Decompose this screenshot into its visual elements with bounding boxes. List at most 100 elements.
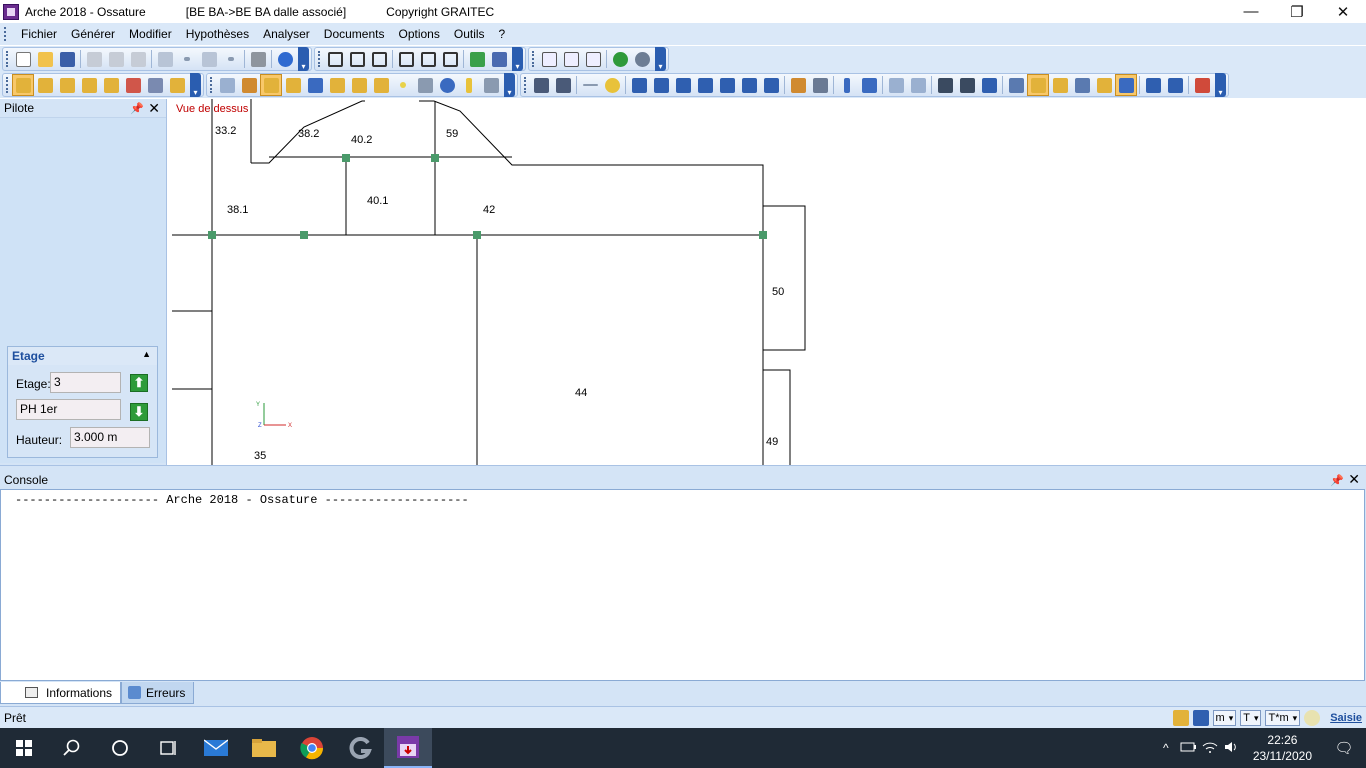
arche-app-icon[interactable] [3,3,19,20]
paste-button[interactable] [127,48,149,70]
volume-icon[interactable] [1221,741,1243,756]
model-button[interactable] [530,74,552,96]
toolbar-grip[interactable] [6,51,9,67]
notification-icon[interactable]: 🗨 [1322,739,1366,757]
levels-button[interactable] [978,74,1000,96]
close-window-button[interactable]: ✕ [1320,0,1366,23]
slab-label[interactable]: 44 [575,387,587,399]
snap-middle-button[interactable] [326,74,348,96]
select-tool-button[interactable] [12,74,34,96]
collapse-icon[interactable]: ▲ [142,349,151,359]
dimension-button[interactable] [787,74,809,96]
force-unit-select[interactable]: T [1240,710,1262,726]
gear-status-icon[interactable] [1192,710,1209,726]
results-button[interactable] [552,74,574,96]
snap-end-button[interactable] [282,74,304,96]
zoom-window-button[interactable] [538,48,560,70]
view-3d-1-button[interactable] [324,48,346,70]
mail-app[interactable] [192,728,240,768]
etage-name-input[interactable]: PH 1er [16,399,121,420]
zoom-previous-button[interactable] [582,48,604,70]
tray-chevron[interactable]: ^ [1155,741,1177,755]
check-model-button[interactable] [466,48,488,70]
slab-label[interactable]: 40.1 [367,195,388,207]
undo-dropdown[interactable] [176,48,198,70]
line-button[interactable] [579,74,601,96]
etage-number-input[interactable]: 3 [50,372,121,393]
menubar-grip[interactable] [4,27,8,41]
copy-button[interactable] [105,48,127,70]
cut-button[interactable] [83,48,105,70]
saisie-mode[interactable]: Saisie [1330,712,1362,724]
undo-button[interactable] [154,48,176,70]
toolbar-grip[interactable] [6,77,9,93]
snap-parallel-button[interactable] [370,74,392,96]
menu-modifier[interactable]: Modifier [122,27,179,41]
hidden-lines-button[interactable] [1115,74,1137,96]
etage-header[interactable]: Etage ▲ [8,347,157,365]
file-explorer-app[interactable] [240,728,288,768]
graitec-app[interactable] [336,728,384,768]
close-icon[interactable]: ✕ [1348,471,1360,488]
tab-erreurs[interactable]: Erreurs [121,682,195,704]
slab-label[interactable]: 40.2 [351,134,372,146]
toolbar-grip[interactable] [210,77,213,93]
slab-label[interactable]: 59 [446,128,458,140]
beam-tool-button[interactable] [34,74,56,96]
drawing-canvas[interactable]: 33.2 38.2 40.2 59 38.1 40.1 42 50 44 49 … [172,99,1366,465]
section-button[interactable] [809,74,831,96]
slab-label[interactable]: 38.1 [227,204,248,216]
grid-display-button[interactable] [1005,74,1027,96]
building-display-button[interactable] [1049,74,1071,96]
snap-status-icon[interactable] [1172,710,1189,726]
moment-unit-select[interactable]: T*m [1265,710,1301,726]
spring-button[interactable] [907,74,929,96]
cortana-button[interactable] [96,728,144,768]
redo-dropdown[interactable] [220,48,242,70]
toolbar-overflow[interactable]: ▾ [190,73,201,97]
snap-intersection-button[interactable] [304,74,326,96]
pin-icon[interactable]: 📌 [1330,474,1344,487]
slab-display-button[interactable] [1027,74,1049,96]
close-icon[interactable]: ✕ [148,100,160,117]
slab-label[interactable]: 42 [483,204,495,216]
snap-info-button[interactable] [458,74,480,96]
import-button[interactable] [1164,74,1186,96]
house-view-button[interactable] [934,74,956,96]
battery-icon[interactable] [1177,741,1199,755]
slab-label[interactable]: 49 [766,436,778,448]
redraw-button[interactable] [631,48,653,70]
raft-draw-button[interactable] [760,74,782,96]
export-button[interactable] [1142,74,1164,96]
analysis-button[interactable] [488,48,510,70]
slab-label[interactable]: 33.2 [215,125,236,137]
new-file-button[interactable] [12,48,34,70]
plan-view[interactable]: 33.2 38.2 40.2 59 38.1 40.1 42 50 44 49 … [172,99,1366,465]
opening-tool-button[interactable] [144,74,166,96]
snap-center-button[interactable] [392,74,414,96]
load-button[interactable] [836,74,858,96]
windows-start-button[interactable] [0,728,48,768]
snap-perpendicular-button[interactable] [348,74,370,96]
minimize-button[interactable]: — [1228,0,1274,23]
task-view-button[interactable] [144,728,192,768]
menu-hypotheses[interactable]: Hypothèses [179,27,256,41]
view-3d-6-button[interactable] [439,48,461,70]
beam-draw-2-button[interactable] [650,74,672,96]
toolbar-grip[interactable] [532,51,535,67]
snap-at-button[interactable] [436,74,458,96]
menu-fichier[interactable]: Fichier [14,27,64,41]
tab-informations[interactable]: Informations [0,682,122,704]
hauteur-input[interactable]: 3.000 m [70,427,150,448]
table-display-button[interactable] [1071,74,1093,96]
slab-draw-button[interactable] [716,74,738,96]
chrome-app[interactable] [288,728,336,768]
snap-line-button[interactable] [260,74,282,96]
house-view-2-button[interactable] [956,74,978,96]
level-down-button[interactable]: ⬇ [130,403,148,421]
column-draw-button[interactable] [672,74,694,96]
snap-angle-button[interactable] [480,74,502,96]
column-tool-button[interactable] [56,74,78,96]
save-button[interactable] [56,48,78,70]
menu-documents[interactable]: Documents [317,27,392,41]
